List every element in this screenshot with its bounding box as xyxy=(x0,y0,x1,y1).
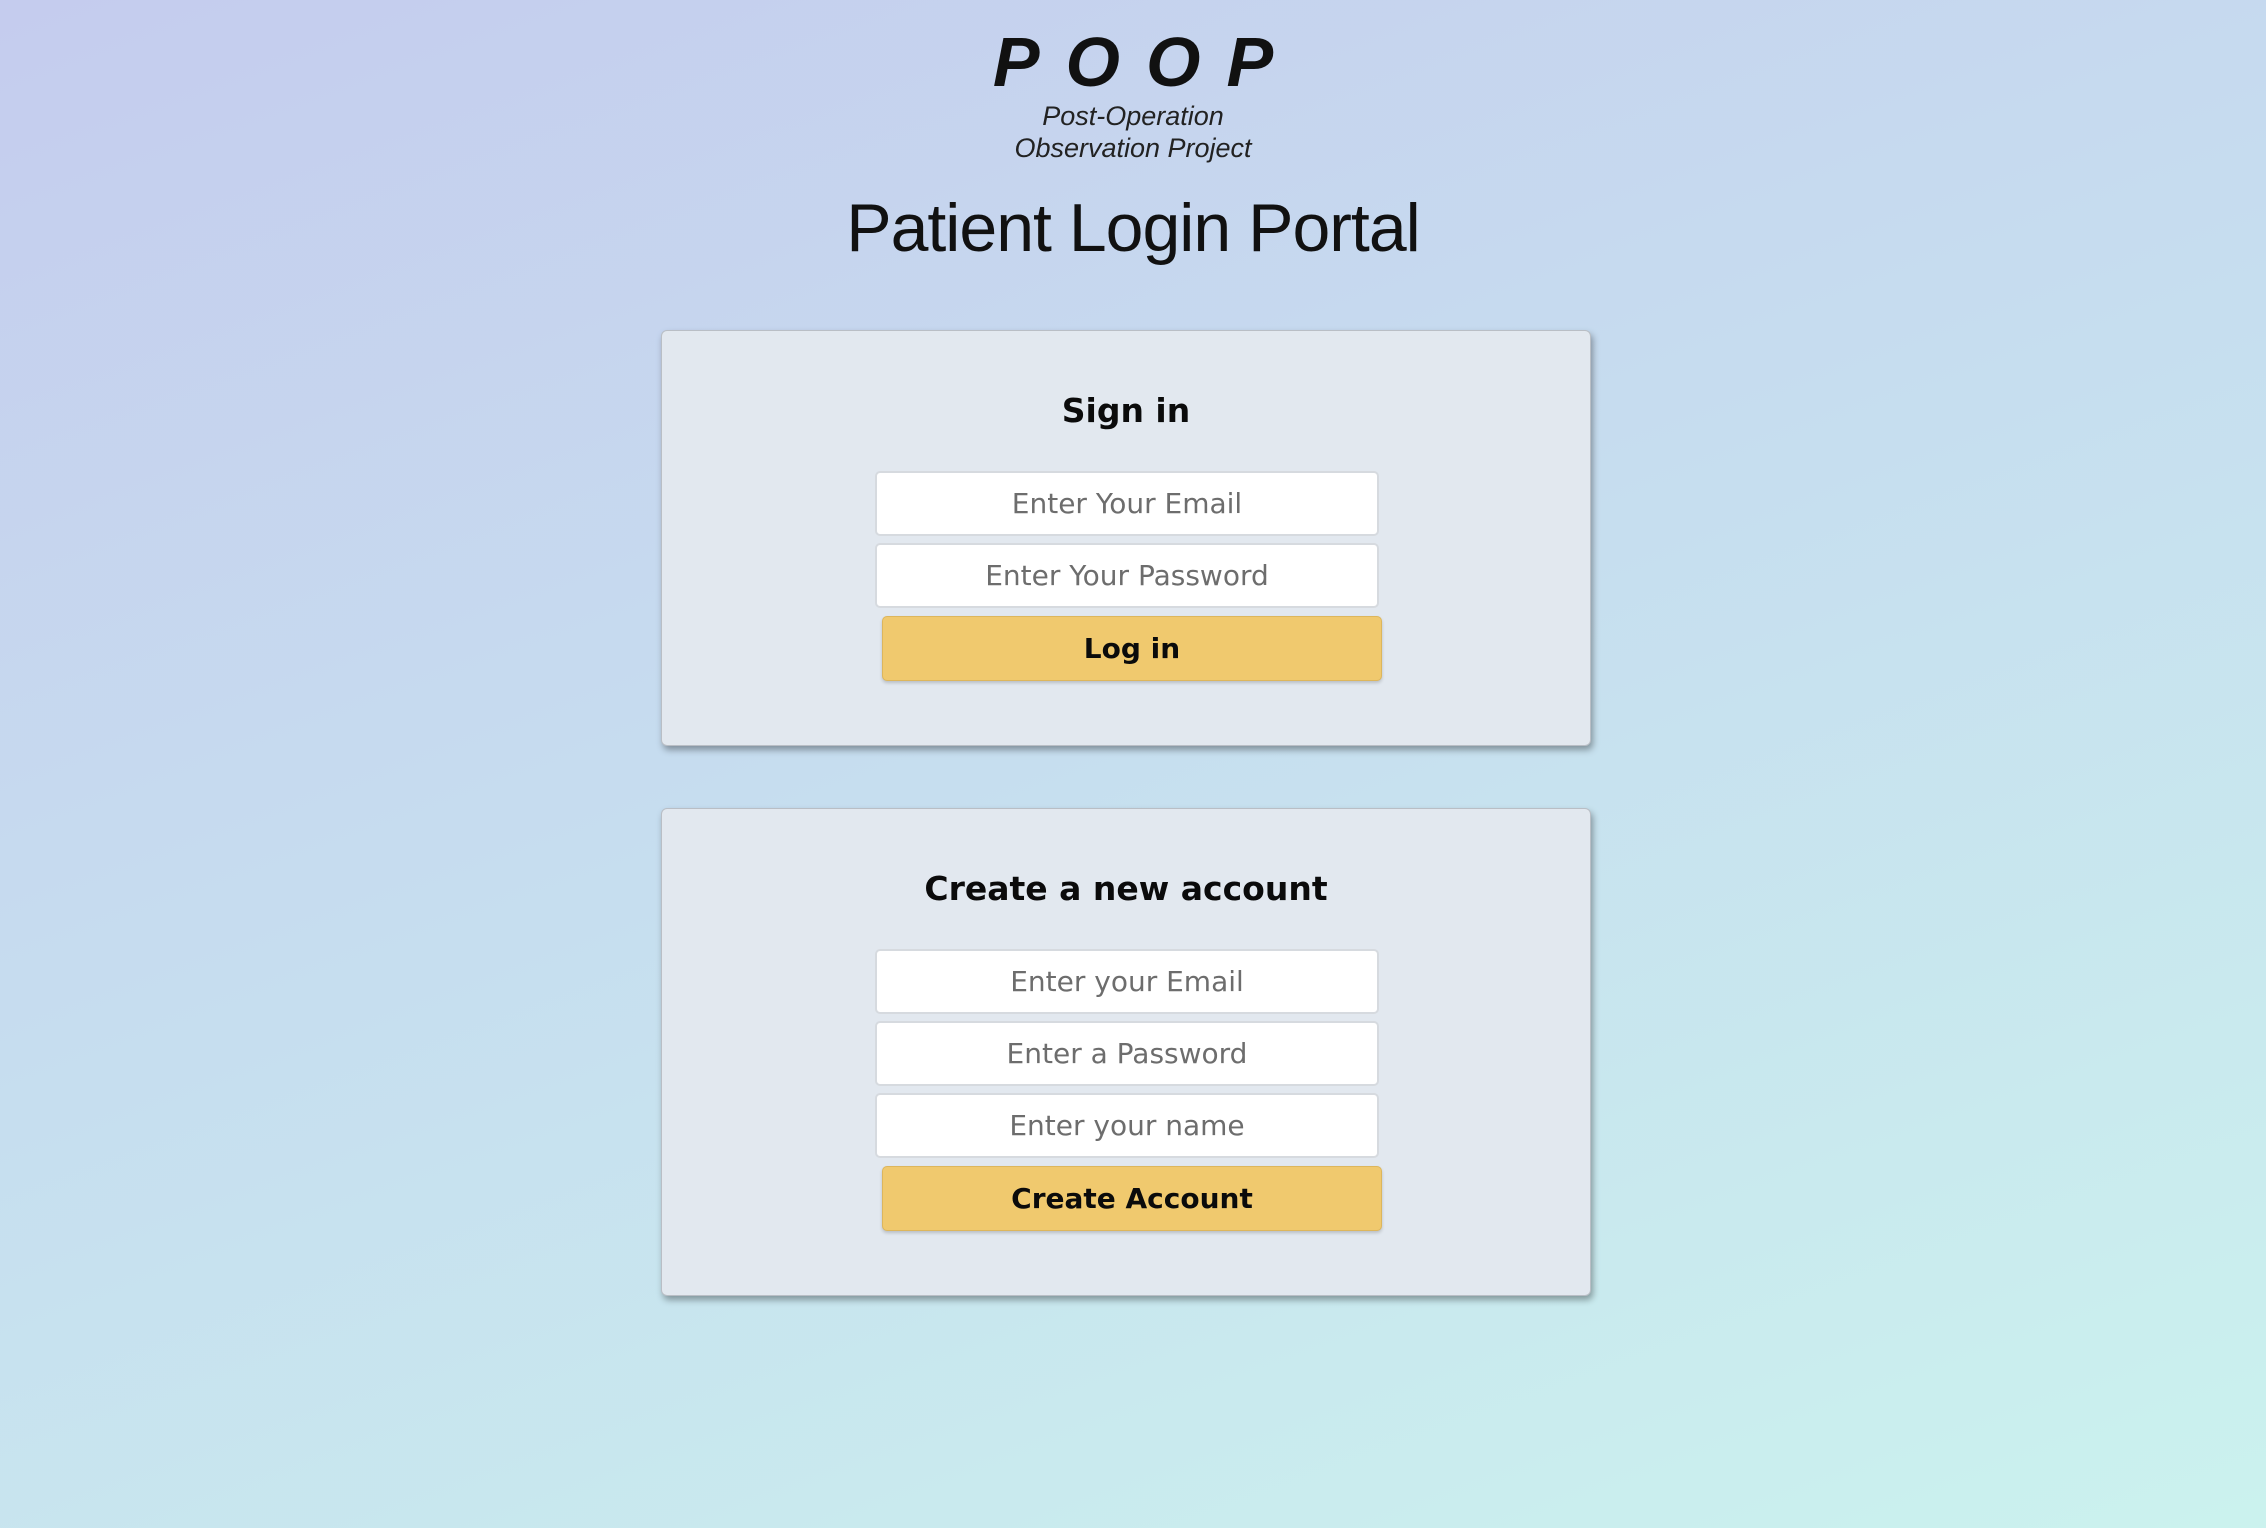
create-name-input[interactable] xyxy=(875,1093,1379,1158)
signin-title: Sign in xyxy=(1061,391,1191,430)
create-account-card: Create a new account Create Account xyxy=(661,808,1591,1296)
logo-subtitle-line1: Post-Operation xyxy=(1042,101,1224,131)
create-account-button[interactable]: Create Account xyxy=(882,1166,1382,1231)
logo-wordmark: POOP xyxy=(992,23,1300,101)
logo: POOP Post-Operation Observation Project xyxy=(0,24,2266,164)
signin-password-input[interactable] xyxy=(875,543,1379,608)
create-email-input[interactable] xyxy=(875,949,1379,1014)
page-title: Patient Login Portal xyxy=(846,190,1421,266)
create-account-title: Create a new account xyxy=(924,869,1328,908)
signin-card: Sign in Log in xyxy=(661,330,1591,746)
create-password-input[interactable] xyxy=(875,1021,1379,1086)
signin-email-input[interactable] xyxy=(875,471,1379,536)
logo-subtitle-line2: Observation Project xyxy=(1014,133,1252,163)
login-button[interactable]: Log in xyxy=(882,616,1382,681)
